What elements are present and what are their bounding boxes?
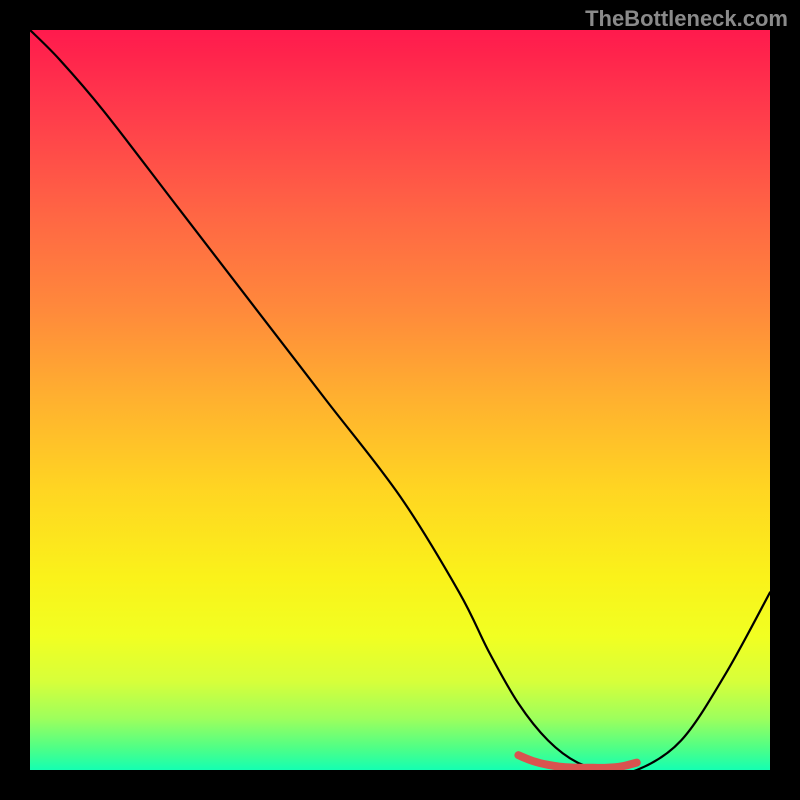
chart-container: TheBottleneck.com bbox=[0, 0, 800, 800]
watermark-text: TheBottleneck.com bbox=[585, 6, 788, 32]
gradient-plot-area bbox=[30, 30, 770, 770]
